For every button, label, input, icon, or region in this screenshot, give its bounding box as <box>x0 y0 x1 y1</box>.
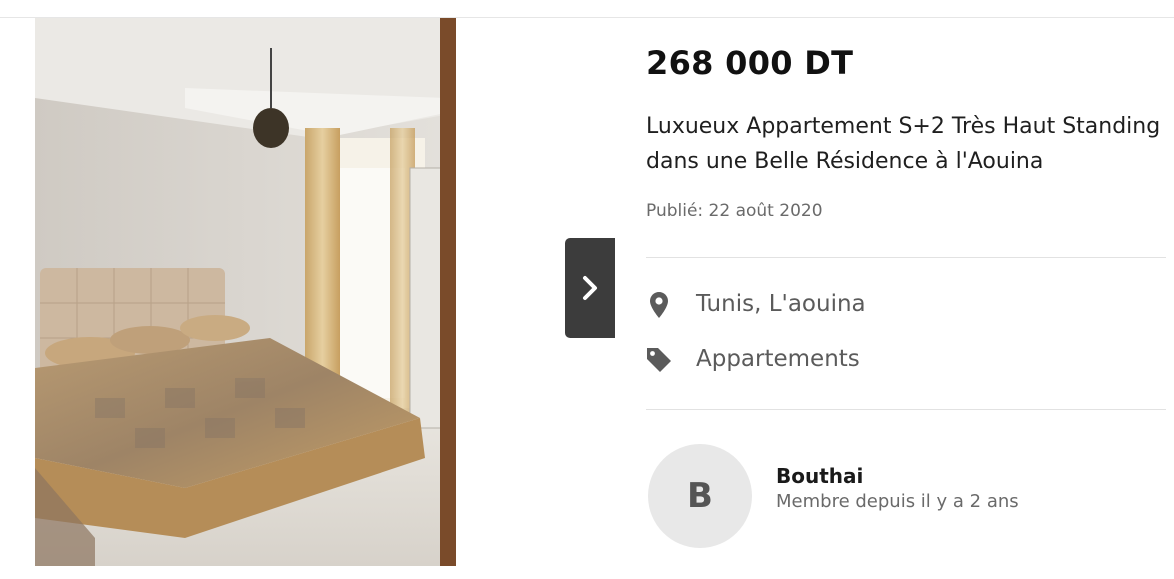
listing-photo[interactable] <box>35 18 456 566</box>
published-date: Publié: 22 août 2020 <box>646 201 823 221</box>
location-row[interactable]: Tunis, L'aouina <box>646 290 866 320</box>
category-text: Appartements <box>696 346 860 372</box>
next-photo-button[interactable] <box>565 238 615 338</box>
location-text: Tunis, L'aouina <box>696 291 866 317</box>
listing-price: 268 000 DT <box>646 44 854 82</box>
seller-divider <box>646 409 1166 410</box>
info-divider <box>646 257 1166 258</box>
seller-avatar[interactable]: B <box>648 444 752 548</box>
tag-icon <box>646 345 672 375</box>
seller-name[interactable]: Bouthai <box>776 464 863 488</box>
map-marker-icon <box>646 290 672 320</box>
category-row[interactable]: Appartements <box>646 345 860 375</box>
chevron-right-icon <box>583 276 597 300</box>
listing-title: Luxueux Appartement S+2 Très Haut Standi… <box>646 114 1161 174</box>
member-since: Membre depuis il y a 2 ans <box>776 491 1019 512</box>
